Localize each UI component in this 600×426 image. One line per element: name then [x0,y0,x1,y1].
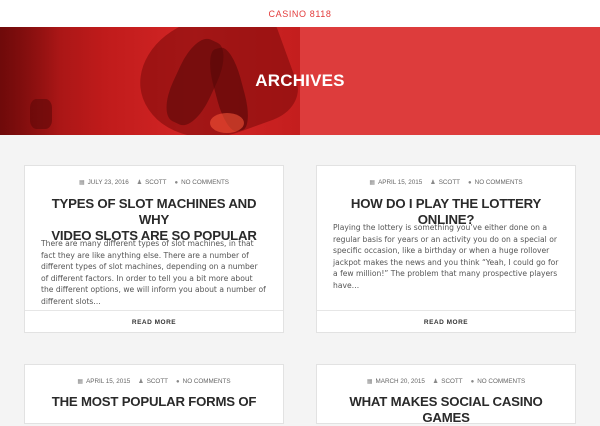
post-comments[interactable]: NO COMMENTS [475,179,523,186]
post-author[interactable]: SCOTT [147,378,168,385]
comment-icon: ● [174,179,179,186]
read-more-button[interactable]: READ MORE [25,310,283,333]
user-icon: ♟ [432,379,439,385]
post-card: ▦ APRIL 15, 2015 ♟ SCOTT ● NO COMMENTS HOW … [316,165,576,333]
post-comments[interactable]: NO COMMENTS [183,378,231,385]
post-excerpt: Playing the lottery is something you’ve … [333,223,559,290]
site-header: CASINO 8118 [0,0,600,27]
calendar-icon: ▦ [78,180,85,186]
post-title[interactable]: THE MOST POPULAR FORMS OF [39,394,269,410]
calendar-icon: ▦ [366,379,373,385]
post-card: ▦ APRIL 15, 2015 ♟ SCOTT ● NO COMMENTS THE … [24,364,284,424]
post-meta: ▦ MARCH 20, 2015 ♟ SCOTT ● NO COMMENTS [317,378,575,385]
read-more-button[interactable]: READ MORE [317,310,575,333]
post-date[interactable]: JULY 23, 2016 [88,179,129,186]
post-comments[interactable]: NO COMMENTS [477,378,525,385]
comment-icon: ● [176,378,180,385]
comment-icon: ● [468,179,472,186]
calendar-icon: ▦ [77,379,84,385]
user-icon: ♟ [136,180,143,186]
post-title-line: WHAT MAKES SOCIAL CASINO GAMES [349,394,543,425]
post-title-line: TYPES OF SLOT MACHINES AND WHY [51,196,257,227]
page-title: ARCHIVES [255,71,345,90]
post-date[interactable]: MARCH 20, 2015 [376,378,425,385]
post-comments[interactable]: NO COMMENTS [181,179,229,186]
comment-icon: ● [470,378,475,385]
post-meta: ▦ APRIL 15, 2015 ♟ SCOTT ● NO COMMENTS [25,378,283,385]
post-meta: ▦ APRIL 15, 2015 ♟ SCOTT ● NO COMMENTS [317,179,575,186]
post-card: ▦ JULY 23, 2016 ♟ SCOTT ● NO COMMENTS TYPES… [24,165,284,333]
post-meta: ▦ JULY 23, 2016 ♟ SCOTT ● NO COMMENTS [25,179,283,186]
post-card: ▦ MARCH 20, 2015 ♟ SCOTT ● NO COMMENTS WHAT… [316,364,576,426]
user-icon: ♟ [430,180,436,186]
post-title[interactable]: TYPES OF SLOT MACHINES AND WHY VIDEO SLO… [39,196,269,244]
post-author[interactable]: SCOTT [439,179,460,186]
user-icon: ♟ [138,379,144,385]
post-date[interactable]: APRIL 15, 2015 [378,179,422,186]
post-excerpt: There are many different types of slot m… [41,239,266,306]
archive-hero: ARCHIVES [0,27,600,135]
post-title[interactable]: WHAT MAKES SOCIAL CASINO GAMES [331,394,561,426]
post-author[interactable]: SCOTT [145,179,166,186]
post-date[interactable]: APRIL 15, 2015 [86,378,130,385]
calendar-icon: ▦ [369,180,376,186]
post-author[interactable]: SCOTT [441,378,462,385]
site-title-link[interactable]: CASINO 8118 [269,9,332,19]
post-title-line: THE MOST POPULAR FORMS OF [51,394,257,409]
